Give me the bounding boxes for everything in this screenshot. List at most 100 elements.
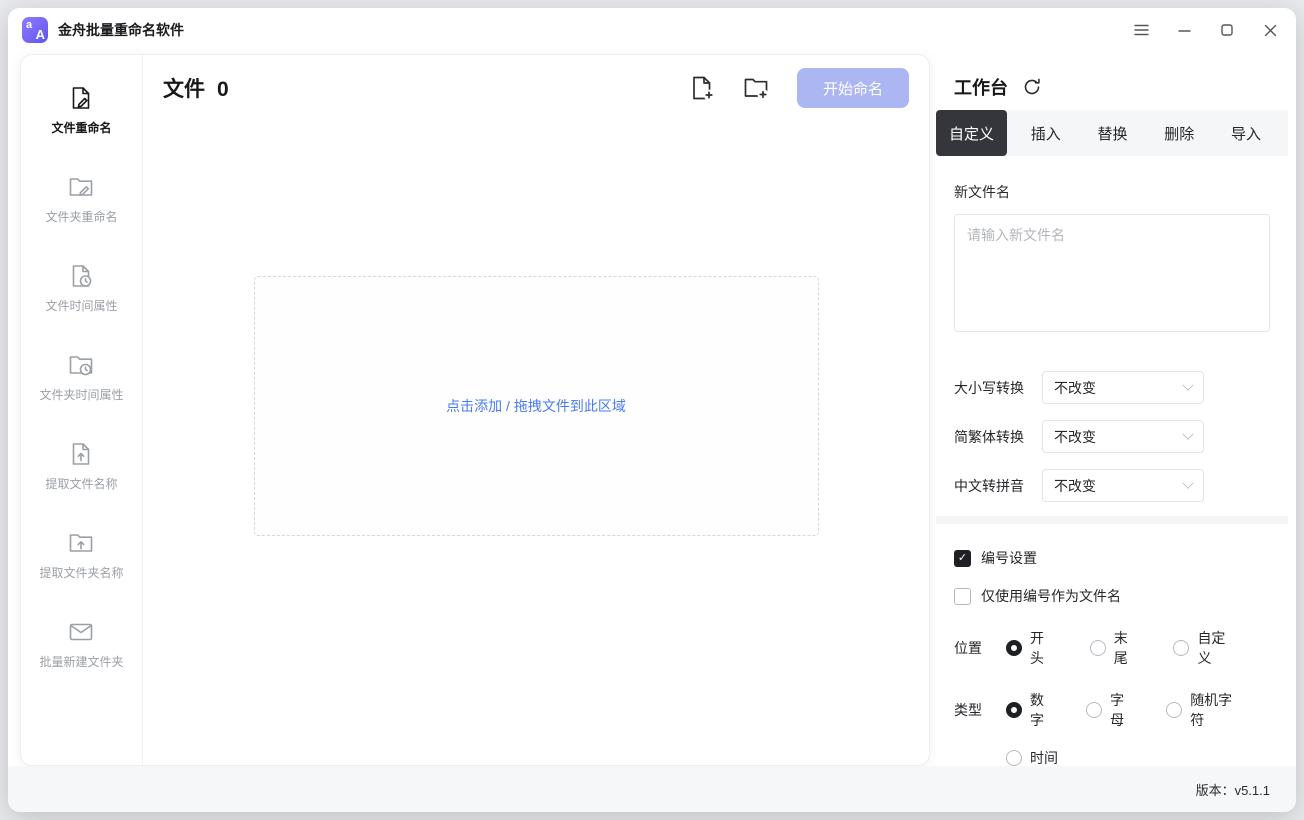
header-actions: 开始命名 — [689, 68, 909, 108]
extract-folder-name-icon — [68, 530, 94, 556]
type-option-number[interactable]: 数字 — [1006, 690, 1050, 730]
workbench-title: 工作台 — [954, 74, 1008, 100]
radio-icon[interactable] — [1173, 640, 1189, 656]
case-convert-row: 大小写转换 不改变 — [954, 371, 1270, 404]
menu-icon[interactable] — [1133, 22, 1149, 38]
sidebar-item-file-rename[interactable]: 文件重命名 — [51, 85, 111, 136]
close-icon[interactable] — [1262, 22, 1278, 38]
position-option-custom[interactable]: 自定义 — [1173, 628, 1234, 668]
pinyin-convert-row: 中文转拼音 不改变 — [954, 469, 1270, 502]
position-row: 位置 开头 末尾 自定义 — [954, 628, 1270, 668]
tab-replace[interactable]: 替换 — [1084, 110, 1140, 156]
type-option-letter[interactable]: 字母 — [1086, 690, 1130, 730]
sidebar-item-label: 文件夹时间属性 — [39, 386, 123, 403]
tab-delete[interactable]: 删除 — [1151, 110, 1207, 156]
refresh-icon[interactable] — [1022, 77, 1042, 97]
select-value: 不改变 — [1054, 378, 1096, 398]
file-label: 文件 — [163, 73, 205, 103]
only-number-label: 仅使用编号作为文件名 — [981, 586, 1121, 606]
numbering-enable-checkbox[interactable] — [954, 550, 971, 567]
simplified-traditional-label: 简繁体转换 — [954, 427, 1042, 447]
sidebar-item-extract-folder-name[interactable]: 提取文件夹名称 — [39, 530, 123, 581]
type-row-time: 时间 — [954, 748, 1270, 766]
minimize-icon[interactable] — [1176, 22, 1192, 38]
sidebar-item-label: 文件重命名 — [51, 119, 111, 136]
type-label: 类型 — [954, 700, 982, 720]
pinyin-convert-select[interactable]: 不改变 — [1042, 469, 1204, 502]
position-option-end[interactable]: 末尾 — [1090, 628, 1138, 668]
sidebar-item-file-time[interactable]: 文件时间属性 — [45, 263, 117, 314]
file-time-icon — [68, 263, 94, 289]
app-window: aA 金舟批量重命名软件 — [8, 8, 1296, 812]
tab-insert[interactable]: 插入 — [1018, 110, 1074, 156]
add-folder-icon[interactable] — [743, 75, 769, 101]
sidebar-item-batch-new-folder[interactable]: 批量新建文件夹 — [39, 619, 123, 670]
section-divider — [936, 516, 1288, 524]
chevron-down-icon — [1182, 477, 1193, 488]
folder-time-icon — [68, 352, 94, 378]
sidebar-item-extract-file-name[interactable]: 提取文件名称 — [45, 441, 117, 492]
status-bar: 版本：v5.1.1 — [8, 766, 1296, 812]
select-value: 不改变 — [1054, 427, 1096, 447]
sidebar-item-label: 文件时间属性 — [45, 297, 117, 314]
folder-rename-icon — [68, 174, 94, 200]
file-count-title: 文件 0 — [163, 73, 229, 103]
radio-icon[interactable] — [1006, 750, 1022, 766]
sidebar-item-label: 提取文件名称 — [45, 475, 117, 492]
new-filename-textarea[interactable] — [954, 214, 1270, 332]
radio-icon[interactable] — [1086, 702, 1102, 718]
maximize-icon[interactable] — [1219, 22, 1235, 38]
window-controls — [1133, 22, 1278, 38]
only-number-row[interactable]: 仅使用编号作为文件名 — [954, 586, 1270, 606]
select-value: 不改变 — [1054, 476, 1096, 496]
sidebar-item-folder-rename[interactable]: 文件夹重命名 — [45, 174, 117, 225]
type-option-time[interactable]: 时间 — [1006, 748, 1058, 766]
tab-custom[interactable]: 自定义 — [936, 110, 1007, 156]
version-label: 版本：v5.1.1 — [1196, 780, 1270, 799]
app-logo-icon: aA — [22, 17, 48, 43]
numbering-enable-row[interactable]: 编号设置 — [954, 548, 1270, 568]
file-count: 0 — [217, 78, 229, 102]
simplified-traditional-row: 简繁体转换 不改变 — [954, 420, 1270, 453]
simplified-traditional-select[interactable]: 不改变 — [1042, 420, 1204, 453]
numbering-enable-label: 编号设置 — [981, 548, 1037, 568]
titlebar: aA 金舟批量重命名软件 — [8, 8, 1296, 52]
file-rename-icon — [68, 85, 94, 111]
workbench-tabs: 自定义 插入 替换 删除 导入 — [936, 110, 1288, 156]
file-panel-card: 文件重命名 文件夹重命名 — [20, 54, 930, 766]
content-area: 文件重命名 文件夹重命名 — [8, 52, 1296, 766]
sidebar: 文件重命名 文件夹重命名 — [21, 55, 143, 765]
workbench-header: 工作台 — [936, 54, 1288, 110]
chevron-down-icon — [1182, 428, 1193, 439]
position-label: 位置 — [954, 638, 982, 658]
radio-icon[interactable] — [1166, 702, 1182, 718]
chevron-down-icon — [1182, 379, 1193, 390]
only-number-checkbox[interactable] — [954, 588, 971, 605]
batch-new-folder-icon — [68, 619, 94, 645]
workbench-body: 新文件名 大小写转换 不改变 简繁体转换 不改变 — [936, 156, 1288, 766]
case-convert-label: 大小写转换 — [954, 378, 1042, 398]
extract-file-name-icon — [68, 441, 94, 467]
workbench-panel: 工作台 自定义 插入 替换 删除 导入 新文件名 大小写转换 — [936, 54, 1288, 766]
sidebar-item-folder-time[interactable]: 文件夹时间属性 — [39, 352, 123, 403]
file-list-header: 文件 0 — [163, 67, 909, 109]
tab-import[interactable]: 导入 — [1218, 110, 1274, 156]
file-list-area: 文件 0 — [143, 55, 929, 765]
radio-icon[interactable] — [1006, 702, 1022, 718]
type-option-random[interactable]: 随机字符 — [1166, 690, 1234, 730]
add-file-icon[interactable] — [689, 75, 715, 101]
pinyin-convert-label: 中文转拼音 — [954, 476, 1042, 496]
type-row: 类型 数字 字母 随机字符 — [954, 690, 1270, 730]
sidebar-item-label: 批量新建文件夹 — [39, 653, 123, 670]
radio-icon[interactable] — [1090, 640, 1106, 656]
radio-icon[interactable] — [1006, 640, 1022, 656]
case-convert-select[interactable]: 不改变 — [1042, 371, 1204, 404]
new-filename-label: 新文件名 — [954, 182, 1270, 202]
sidebar-item-label: 文件夹重命名 — [45, 208, 117, 225]
app-title: 金舟批量重命名软件 — [58, 20, 184, 40]
position-option-start[interactable]: 开头 — [1006, 628, 1054, 668]
file-dropzone[interactable]: 点击添加 / 拖拽文件到此区域 — [254, 276, 819, 536]
sidebar-item-label: 提取文件夹名称 — [39, 564, 123, 581]
dropzone-text: 点击添加 / 拖拽文件到此区域 — [446, 396, 626, 416]
start-rename-button[interactable]: 开始命名 — [797, 68, 909, 108]
